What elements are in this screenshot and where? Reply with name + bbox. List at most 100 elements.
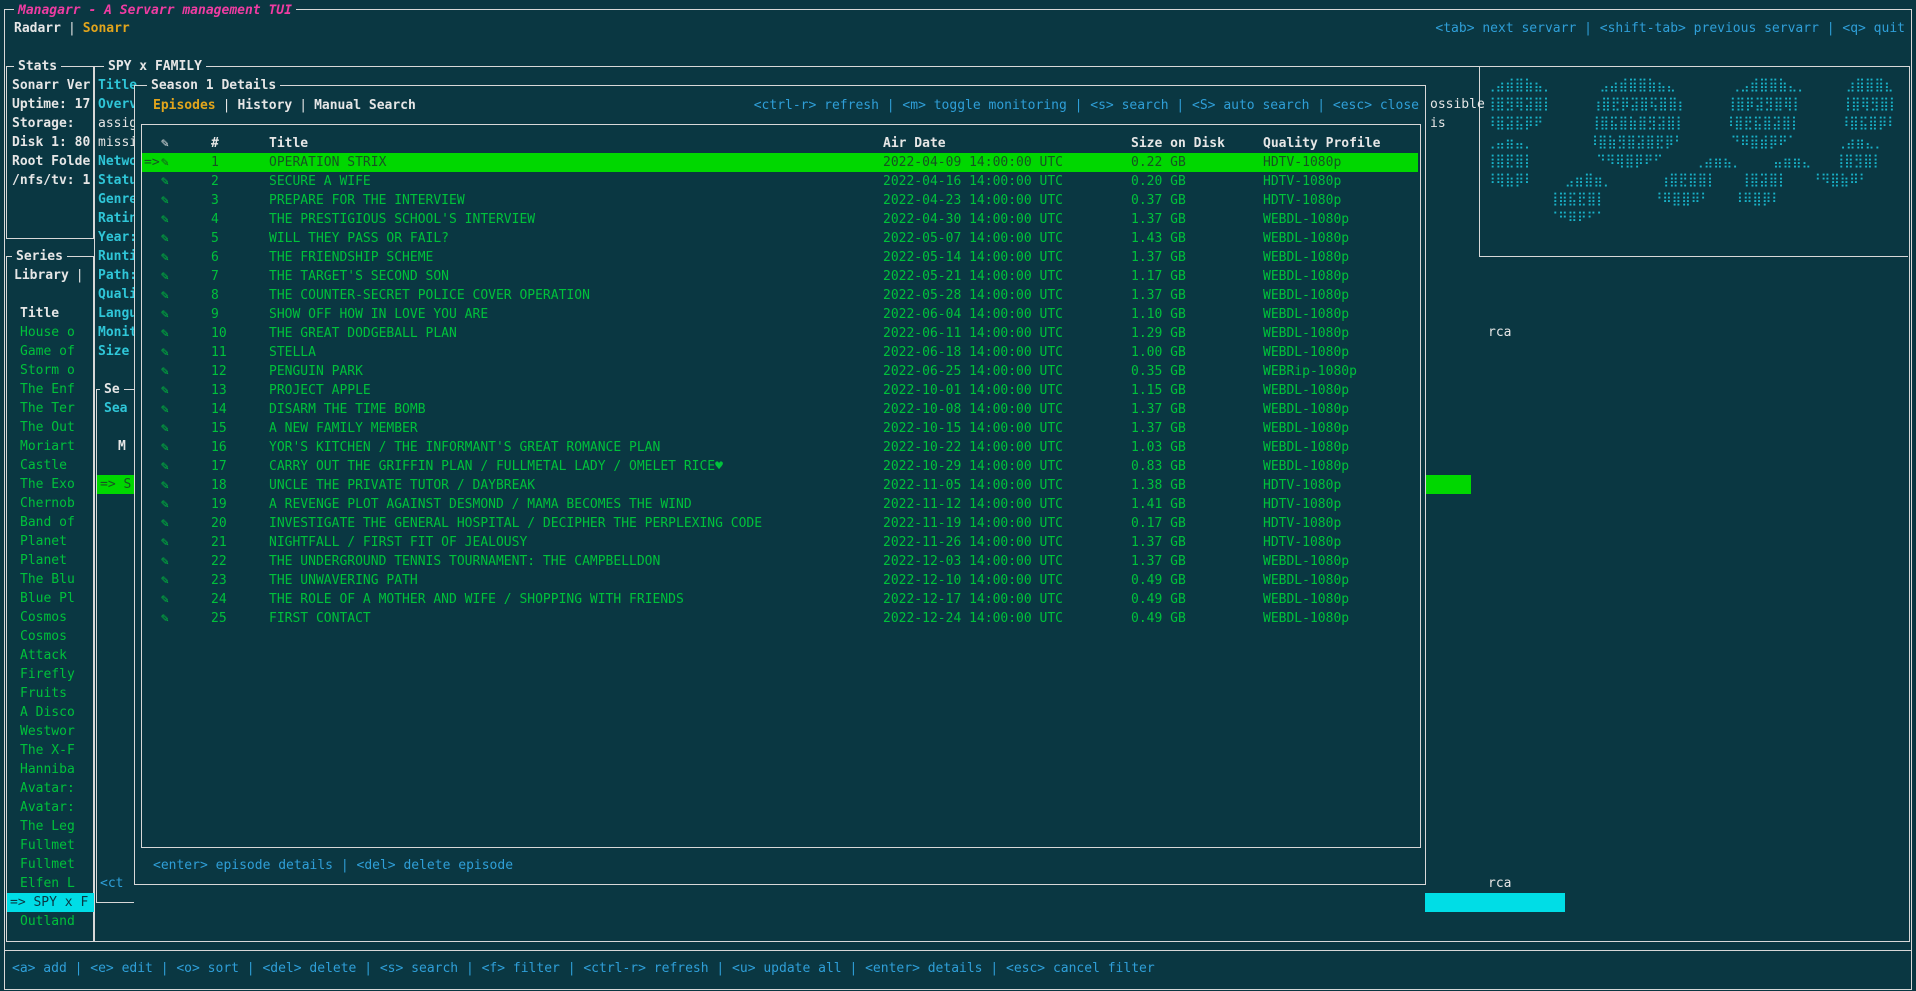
series-list-item[interactable]: Attack	[20, 646, 67, 665]
series-list-item[interactable]: A Disco	[20, 703, 75, 722]
series-list-item[interactable]: Game of	[20, 342, 75, 361]
episode-quality: WEBDL-1080p	[1263, 438, 1349, 457]
episode-title: SECURE A WIFE	[269, 172, 371, 191]
episode-size: 1.37 GB	[1131, 419, 1186, 438]
series-list-item[interactable]: The Out	[20, 418, 75, 437]
logo-art-line: ⠸⣿⣽⣯⡿⠟ ⢸⣿⣯⣿⣷⣿⣻⣽⣿⡇ ⠸⣿⣟⣯⣿⣽⣿⡇ ⠸⣿⣯⣿⡿⠇	[1486, 114, 1897, 133]
logo-art-line: ⢀⣤⣶⣤⡀ ⠸⣿⣷⣻⣿⣽⣿⣟⡿⠃ ⠙⠿⣿⣾⡿⠟⠁ ⢀⣴⣶⣄⡀	[1486, 133, 1892, 152]
episode-number: 16	[211, 438, 227, 457]
episode-number: 14	[211, 400, 227, 419]
episode-edit-icon: ✎	[161, 476, 169, 495]
series-list-item[interactable]: Blue Pl	[20, 589, 75, 608]
episode-row[interactable]: ✎11STELLA2022-06-18 14:00:00 UTC1.00 GBW…	[142, 343, 1418, 362]
tab-episodes[interactable]: Episodes	[153, 98, 216, 113]
series-list-item[interactable]: The Enf	[20, 380, 75, 399]
series-list-item[interactable]: Castle	[20, 456, 67, 475]
episode-edit-icon: ✎	[161, 191, 169, 210]
episode-size: 1.37 GB	[1131, 552, 1186, 571]
series-list-item[interactable]: The Ter	[20, 399, 75, 418]
episode-row[interactable]: ✎2SECURE A WIFE2022-04-16 14:00:00 UTC0.…	[142, 172, 1418, 191]
episode-title: THE ROLE OF A MOTHER AND WIFE / SHOPPING…	[269, 590, 684, 609]
episode-size: 1.38 GB	[1131, 476, 1186, 495]
episode-air-date: 2022-12-10 14:00:00 UTC	[883, 571, 1063, 590]
episode-air-date: 2022-10-08 14:00:00 UTC	[883, 400, 1063, 419]
episode-edit-icon: ✎	[161, 343, 169, 362]
episode-edit-icon: ✎	[161, 457, 169, 476]
series-list-item[interactable]: House o	[20, 323, 75, 342]
series-list-item[interactable]: Hanniba	[20, 760, 75, 779]
series-list-item[interactable]: Firefly	[20, 665, 75, 684]
episode-edit-icon: ✎	[161, 324, 169, 343]
episode-row[interactable]: ✎24THE ROLE OF A MOTHER AND WIFE / SHOPP…	[142, 590, 1418, 609]
episode-row[interactable]: ✎16YOR'S KITCHEN / THE INFORMANT'S GREAT…	[142, 438, 1418, 457]
tab-history[interactable]: History	[237, 98, 292, 113]
episode-row[interactable]: ✎20INVESTIGATE THE GENERAL HOSPITAL / DE…	[142, 514, 1418, 533]
episode-edit-icon: ✎	[161, 609, 169, 628]
series-list-item[interactable]: Avatar:	[20, 798, 75, 817]
episode-row[interactable]: ✎15A NEW FAMILY MEMBER2022-10-15 14:00:0…	[142, 419, 1418, 438]
servarr-tab-divider: |	[61, 21, 83, 36]
episode-row[interactable]: ✎22THE UNDERGROUND TENNIS TOURNAMENT: TH…	[142, 552, 1418, 571]
episode-row[interactable]: ✎25FIRST CONTACT2022-12-24 14:00:00 UTC0…	[142, 609, 1418, 628]
episode-row[interactable]: ✎4THE PRESTIGIOUS SCHOOL'S INTERVIEW2022…	[142, 210, 1418, 229]
series-list-item[interactable]: Storm o	[20, 361, 75, 380]
series-list-item[interactable]: Planet	[20, 532, 67, 551]
episode-row[interactable]: ✎5WILL THEY PASS OR FAIL?2022-05-07 14:0…	[142, 229, 1418, 248]
series-list-item[interactable]: Chernob	[20, 494, 75, 513]
series-list-item[interactable]: Outland	[20, 912, 75, 931]
series-list-item[interactable]: Avatar:	[20, 779, 75, 798]
tab-radarr[interactable]: Radarr	[14, 21, 61, 36]
episode-quality: HDTV-1080p	[1263, 172, 1341, 191]
series-list-item[interactable]: Fullmet	[20, 836, 75, 855]
episode-row[interactable]: ✎18UNCLE THE PRIVATE TUTOR / DAYBREAK202…	[142, 476, 1418, 495]
episode-quality: WEBDL-1080p	[1263, 381, 1349, 400]
series-list-item[interactable]: The X-F	[20, 741, 75, 760]
episode-size: 1.03 GB	[1131, 438, 1186, 457]
episode-row[interactable]: ✎10THE GREAT DODGEBALL PLAN2022-06-11 14…	[142, 324, 1418, 343]
episode-row[interactable]: ✎21NIGHTFALL / FIRST FIT OF JEALOUSY2022…	[142, 533, 1418, 552]
series-list-item[interactable]: Band of	[20, 513, 75, 532]
episode-row[interactable]: ✎3PREPARE FOR THE INTERVIEW2022-04-23 14…	[142, 191, 1418, 210]
episode-edit-icon: ✎	[161, 172, 169, 191]
episode-size: 0.37 GB	[1131, 191, 1186, 210]
episode-edit-icon: ✎	[161, 210, 169, 229]
modal-footer-help: <enter> episode details | <del> delete e…	[153, 856, 513, 875]
episode-quality: WEBDL-1080p	[1263, 419, 1349, 438]
episode-row[interactable]: ✎12PENGUIN PARK2022-06-25 14:00:00 UTC0.…	[142, 362, 1418, 381]
selected-item-bar-fragment	[1425, 893, 1565, 912]
episode-row[interactable]: ✎6THE FRIENDSHIP SCHEME2022-05-14 14:00:…	[142, 248, 1418, 267]
series-list-item[interactable]: Fruits	[20, 684, 67, 703]
episode-edit-icon: ✎	[161, 286, 169, 305]
episode-row[interactable]: ✎8THE COUNTER-SECRET POLICE COVER OPERAT…	[142, 286, 1418, 305]
tab-sonarr[interactable]: Sonarr	[83, 21, 130, 36]
episode-size: 1.37 GB	[1131, 210, 1186, 229]
episode-row[interactable]: ✎17CARRY OUT THE GRIFFIN PLAN / FULLMETA…	[142, 457, 1418, 476]
episode-row[interactable]: =>✎1OPERATION STRIX2022-04-09 14:00:00 U…	[142, 153, 1418, 172]
episode-row[interactable]: ✎23THE UNWAVERING PATH2022-12-10 14:00:0…	[142, 571, 1418, 590]
series-list-item[interactable]: Westwor	[20, 722, 75, 741]
episode-row[interactable]: ✎7THE TARGET'S SECOND SON2022-05-21 14:0…	[142, 267, 1418, 286]
episode-air-date: 2022-05-14 14:00:00 UTC	[883, 248, 1063, 267]
episode-row[interactable]: ✎9SHOW OFF HOW IN LOVE YOU ARE2022-06-04…	[142, 305, 1418, 324]
field-label-fragment: Size	[98, 342, 129, 361]
episode-size: 0.49 GB	[1131, 590, 1186, 609]
episode-number: 22	[211, 552, 227, 571]
episode-row[interactable]: ✎14DISARM THE TIME BOMB2022-10-08 14:00:…	[142, 400, 1418, 419]
episode-row[interactable]: ✎13PROJECT APPLE2022-10-01 14:00:00 UTC1…	[142, 381, 1418, 400]
series-list-item[interactable]: The Leg	[20, 817, 75, 836]
series-list-item[interactable]: The Blu	[20, 570, 75, 589]
series-list-item[interactable]: Planet	[20, 551, 67, 570]
series-list-item[interactable]: Elfen L	[20, 874, 75, 893]
series-list-item[interactable]: Fullmet	[20, 855, 75, 874]
tab-manual-search[interactable]: Manual Search	[314, 98, 416, 113]
episode-air-date: 2022-06-11 14:00:00 UTC	[883, 324, 1063, 343]
episode-edit-icon: ✎	[161, 248, 169, 267]
series-list-item-selected[interactable]: => SPY x F	[7, 893, 94, 912]
series-list-item[interactable]: Cosmos	[20, 608, 67, 627]
series-list-item[interactable]: The Exo	[20, 475, 75, 494]
series-list-item[interactable]: Moriart	[20, 437, 75, 456]
series-list-item[interactable]: Cosmos	[20, 627, 67, 646]
episode-size: 0.49 GB	[1131, 609, 1186, 628]
tab-library[interactable]: Library	[14, 268, 69, 283]
episode-row[interactable]: ✎19A REVENGE PLOT AGAINST DESMOND / MAMA…	[142, 495, 1418, 514]
